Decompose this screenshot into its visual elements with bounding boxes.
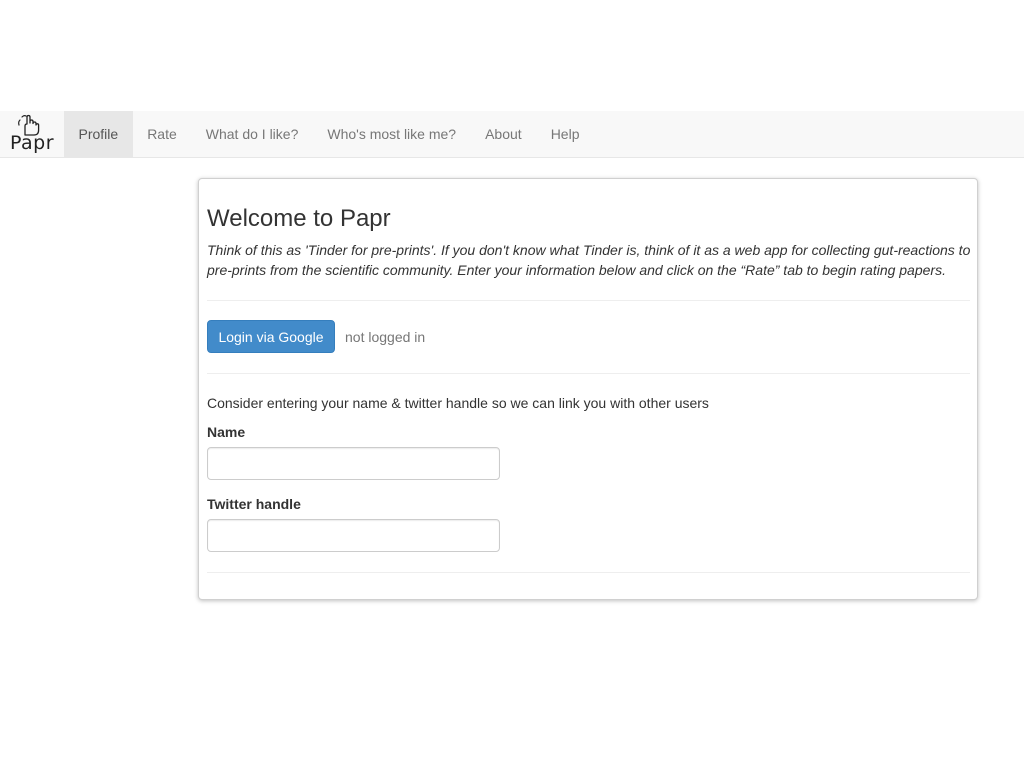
intro-text: Think of this as 'Tinder for pre-prints'… (207, 242, 971, 278)
twitter-handle-label: Twitter handle (207, 496, 301, 512)
nav-tab-help[interactable]: Help (536, 111, 594, 157)
name-label: Name (207, 424, 246, 440)
divider (207, 572, 970, 573)
hand-pointer-icon (18, 114, 40, 136)
profile-panel: Welcome to Papr Think of this as 'Tinder… (198, 178, 978, 600)
nav-tab-whos-most-like-me[interactable]: Who's most like me? (313, 111, 471, 157)
name-input[interactable] (207, 447, 500, 480)
twitter-handle-input[interactable] (207, 519, 500, 552)
login-google-button[interactable]: Login via Google (207, 320, 335, 353)
divider (207, 373, 970, 374)
top-navbar: Papr Profile Rate What do I like? Who's … (0, 111, 1024, 158)
nav-tab-what-do-i-like[interactable]: What do I like? (191, 111, 313, 157)
divider (207, 300, 970, 301)
consider-text: Consider entering your name & twitter ha… (207, 395, 709, 411)
nav-tab-about[interactable]: About (471, 111, 537, 157)
nav-tab-rate[interactable]: Rate (133, 111, 192, 157)
nav-tab-profile[interactable]: Profile (64, 111, 133, 157)
page-title: Welcome to Papr (207, 205, 391, 232)
login-status-text: not logged in (345, 329, 426, 345)
brand-logo[interactable]: Papr (0, 111, 64, 157)
brand-name: Papr (9, 132, 55, 154)
